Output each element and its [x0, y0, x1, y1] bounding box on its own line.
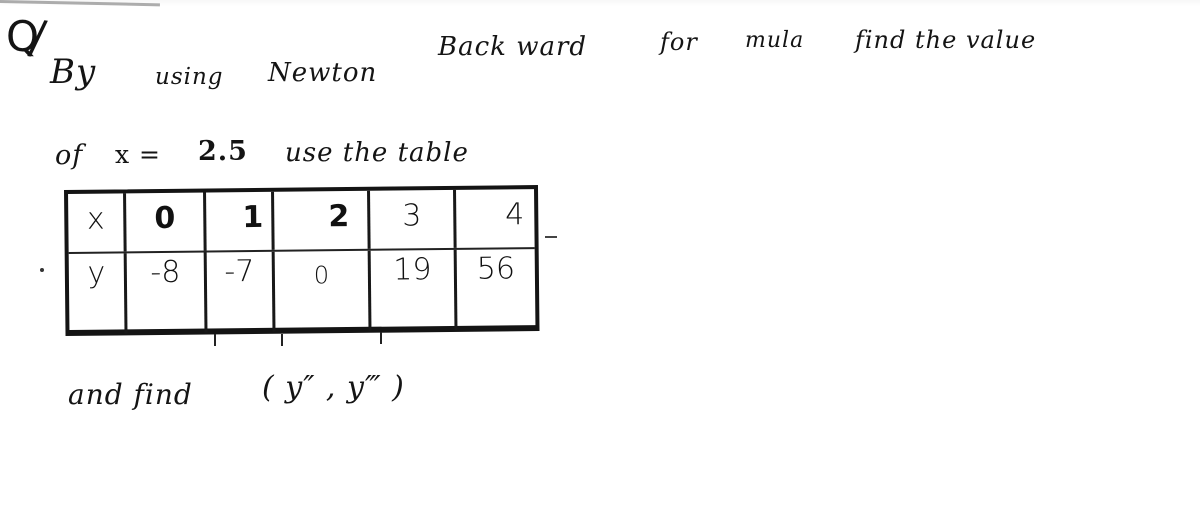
- table-tick: [214, 334, 216, 346]
- stray-dot: [40, 268, 44, 272]
- text-find-the-value: find the value: [855, 26, 1037, 54]
- table-tick: [380, 332, 382, 344]
- y-value-cell: 19: [370, 249, 458, 331]
- paper-edge: [0, 0, 160, 7]
- text-backward: Back ward: [438, 32, 588, 62]
- text-x-equals: x =: [115, 140, 161, 169]
- y-value-cell: -7: [206, 251, 276, 333]
- x-value-cell: 2: [274, 190, 371, 250]
- text-mula: mula: [745, 28, 805, 53]
- text-by: By: [50, 52, 97, 92]
- x-target-value: 2.5: [198, 136, 248, 167]
- y-header: y: [68, 253, 128, 334]
- x-value-cell: 1: [206, 191, 275, 251]
- handwritten-page: Q / By using Newton Back ward for mula f…: [0, 0, 1200, 523]
- x-header: x: [68, 193, 127, 252]
- x-value-cell: 4: [505, 197, 525, 233]
- text-newton: Newton: [268, 58, 378, 88]
- text-and-find: and find: [68, 378, 193, 411]
- text-for: for: [660, 28, 698, 56]
- text-of: of: [55, 140, 84, 171]
- y-value-cell: 0: [274, 250, 372, 332]
- x-value-cell: 0: [126, 192, 207, 252]
- table-row-y: y -8 -7 0 19 56: [68, 249, 536, 334]
- stray-mark: [545, 236, 557, 238]
- table-row-x: x 0 1 2 3 4: [68, 189, 535, 254]
- data-table: x 0 1 2 3 4 y -8 -7 0 19 56: [64, 185, 540, 336]
- x-value-cell: 3: [370, 189, 457, 249]
- text-using: using: [155, 64, 224, 90]
- y-value-cell: -8: [126, 252, 208, 334]
- derivatives-requested: ( y″ , y‴ ): [262, 370, 405, 405]
- table-tick: [281, 334, 283, 346]
- text-use-the-table: use the table: [285, 138, 469, 168]
- y-value-cell: 56: [476, 251, 516, 287]
